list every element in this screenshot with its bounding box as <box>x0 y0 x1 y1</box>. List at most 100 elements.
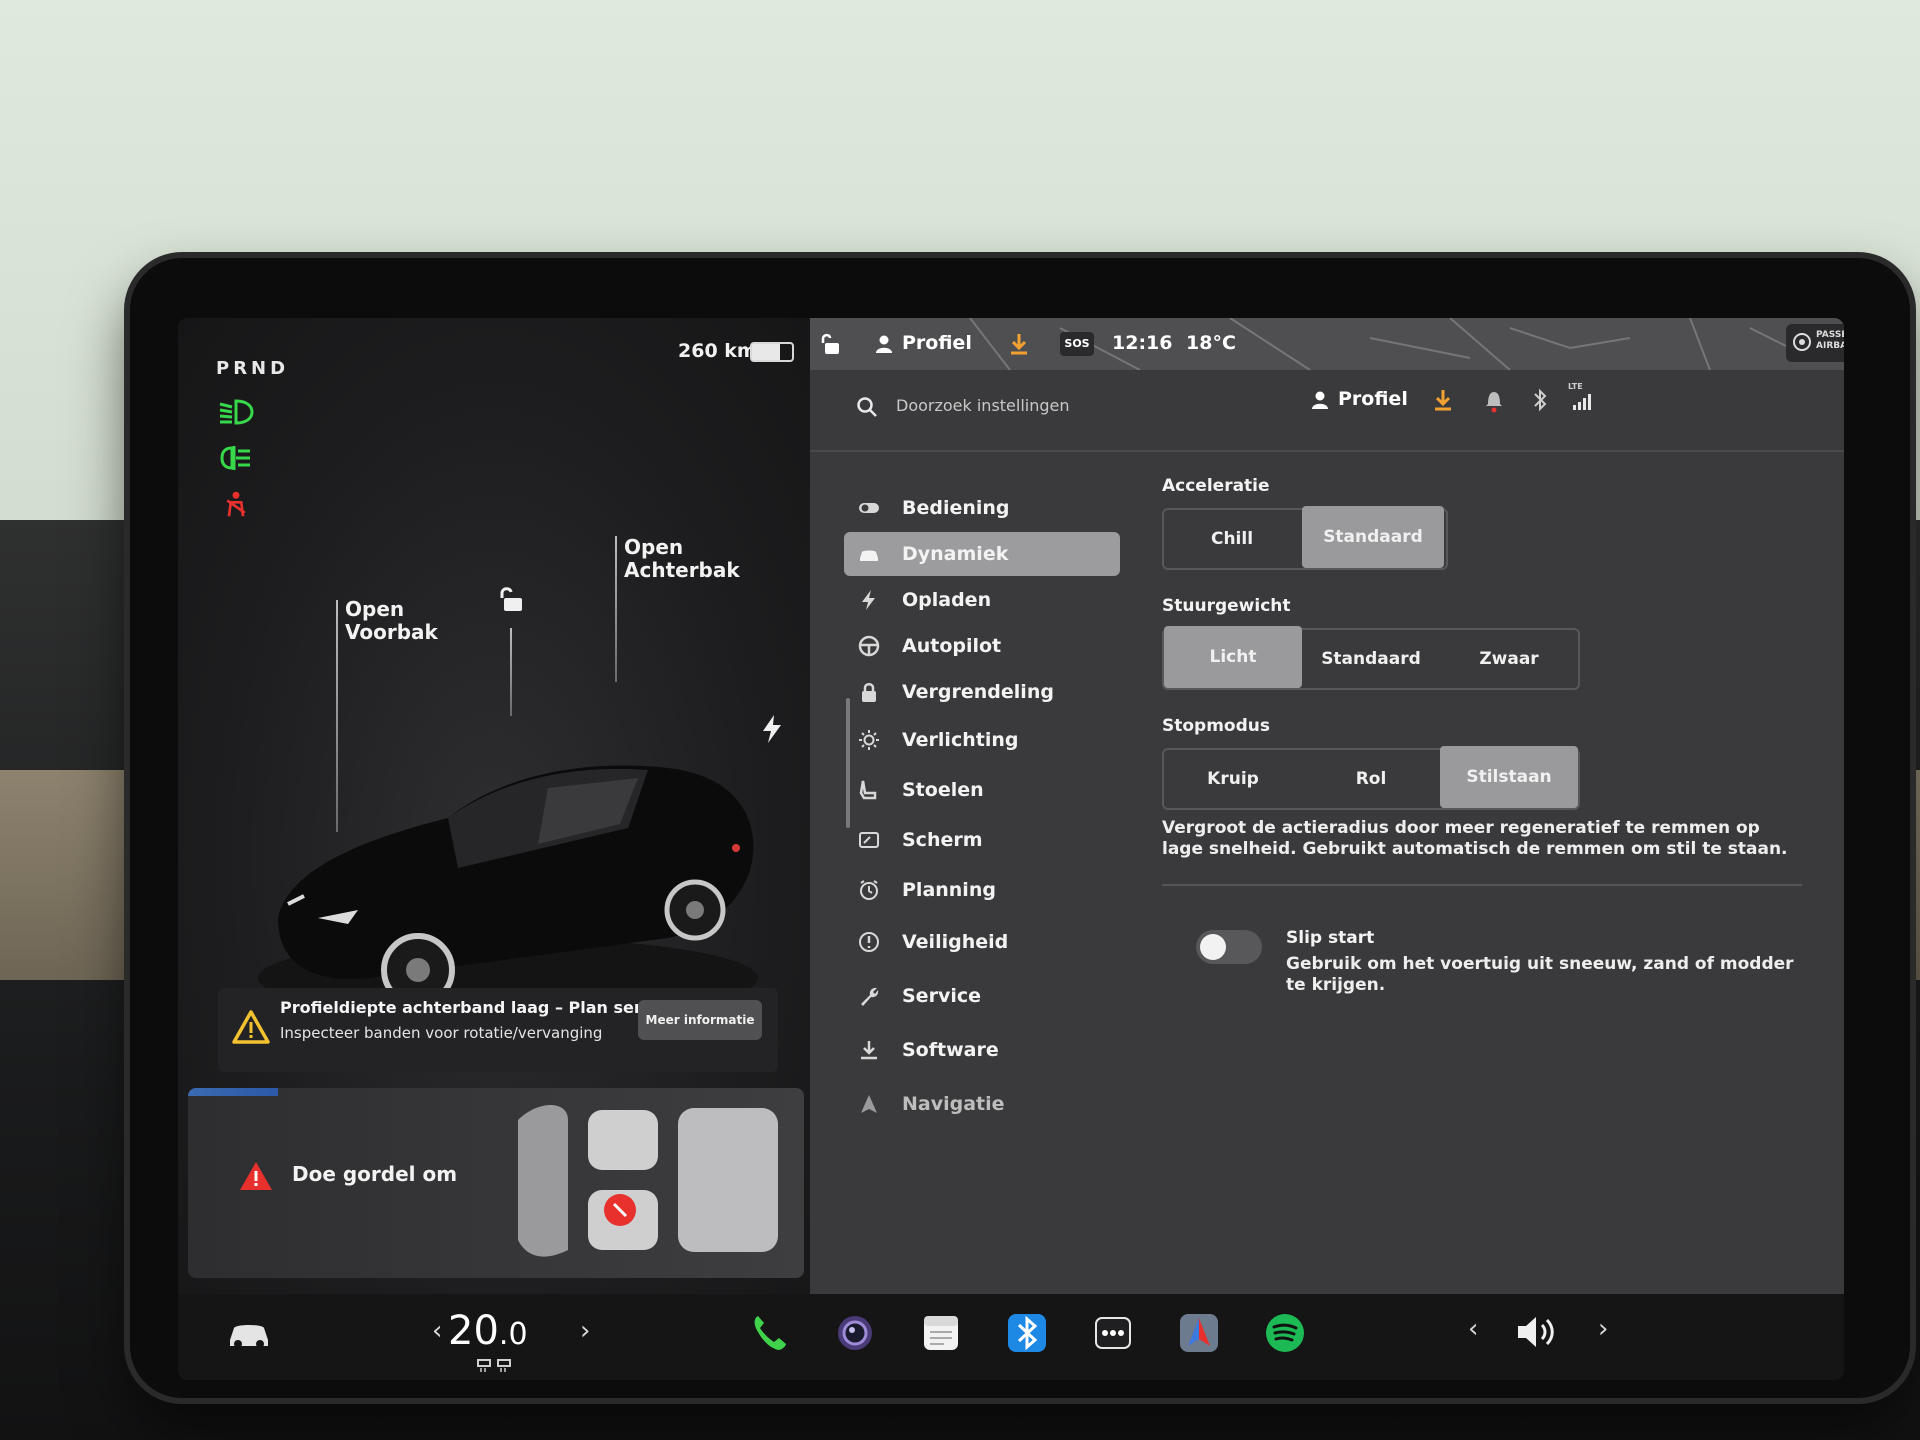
signal-strength-icon <box>1573 394 1591 410</box>
bluetooth-icon[interactable] <box>1532 388 1548 412</box>
airbag-icon <box>1793 333 1811 351</box>
acceleration-option-chill[interactable]: Chill <box>1164 510 1300 568</box>
range-readout: 260 km <box>678 340 757 362</box>
car-status-panel: PRND 260 km OpenVoorbak OpenAchterbak <box>178 318 810 1294</box>
alert-subtitle: Inspecteer banden voor rotatie/vervangin… <box>280 1024 603 1042</box>
phone-icon[interactable] <box>746 1310 792 1356</box>
wrench-icon <box>861 987 879 1006</box>
stop-mode-description: Vergroot de actieradius door meer regene… <box>1162 818 1788 859</box>
touchscreen: PRND 260 km OpenVoorbak OpenAchterbak <box>178 318 1844 1380</box>
acceleration-selector: Chill Standaard <box>1162 506 1448 570</box>
steering-weight-title: Stuurgewicht <box>1162 596 1291 616</box>
stop-option-kruip[interactable]: Kruip <box>1164 750 1302 808</box>
lightning-icon <box>862 590 875 610</box>
stop-mode-selector: Kruip Rol Stilstaan <box>1162 746 1580 810</box>
spotify-icon[interactable] <box>1262 1310 1308 1356</box>
settings-panel: Profiel SOS 12:16 18°C PASSENGER AIRBAG … <box>810 318 1844 1294</box>
seat-map-illustration <box>518 1105 778 1257</box>
red-warning-icon <box>240 1162 272 1190</box>
menu-item-scherm[interactable]: Scherm <box>844 818 1120 862</box>
seatbelt-message: Doe gordel om <box>292 1162 458 1186</box>
gear-indicator: PRND <box>216 358 290 379</box>
settings-search[interactable]: Doorzoek instellingen <box>846 386 1346 426</box>
toggle-icon <box>859 503 879 513</box>
navigation-icon <box>861 1095 877 1113</box>
unlock-icon[interactable] <box>498 584 528 614</box>
tire-alert-banner: Profieldiepte achterband laag – Plan ser… <box>218 988 778 1072</box>
steering-option-standaard[interactable]: Standaard <box>1302 630 1440 688</box>
unlock-status-icon[interactable] <box>820 332 842 356</box>
download-icon[interactable] <box>1432 388 1454 412</box>
menu-item-service[interactable]: Service <box>844 974 1120 1018</box>
low-beam-icon <box>219 399 254 425</box>
profile-icon <box>1312 391 1328 409</box>
open-front-trunk-label[interactable]: Open Voorbak <box>345 598 438 644</box>
volume-up-button[interactable]: › <box>1598 1314 1608 1344</box>
profile-button[interactable]: Profiel <box>902 332 972 354</box>
steering-option-licht[interactable]: Licht <box>1164 626 1302 688</box>
more-info-button[interactable]: Meer informatie <box>638 1000 762 1040</box>
steering-weight-selector: Licht Standaard Zwaar <box>1162 626 1580 690</box>
seat-heater-icon[interactable] <box>474 1356 514 1372</box>
menu-item-veiligheid[interactable]: Veiligheid <box>844 920 1120 964</box>
stop-mode-title: Stopmodus <box>1162 716 1271 736</box>
steering-wheel-icon <box>858 635 880 657</box>
seatbelt-warning-icon <box>226 491 246 517</box>
calendar-icon[interactable] <box>918 1310 964 1356</box>
menu-item-verlichting[interactable]: Verlichting <box>844 718 1120 762</box>
lock-icon <box>862 683 876 702</box>
menu-item-navigatie[interactable]: Navigatie <box>844 1082 1120 1126</box>
menu-item-vergrendeling[interactable]: Vergrendeling <box>844 670 1120 714</box>
seatbelt-card: Doe gordel om <box>188 1088 804 1278</box>
temp-increase-button[interactable]: › <box>580 1316 590 1346</box>
alarm-clock-icon <box>860 880 878 900</box>
menu-item-autopilot[interactable]: Autopilot <box>844 624 1120 668</box>
profile-icon <box>876 335 892 353</box>
menu-item-opladen[interactable]: Opladen <box>844 578 1120 622</box>
download-update-icon[interactable] <box>1008 332 1030 356</box>
bluetooth-app-icon[interactable] <box>1004 1310 1050 1356</box>
slip-start-toggle[interactable] <box>1196 930 1262 964</box>
stop-option-stilstaan[interactable]: Stilstaan <box>1440 746 1578 808</box>
menu-item-stoelen[interactable]: Stoelen <box>844 768 1120 812</box>
menu-item-bediening[interactable]: Bediening <box>844 486 1120 530</box>
volume-down-button[interactable]: ‹ <box>1468 1314 1478 1344</box>
menu-item-planning[interactable]: Planning <box>844 868 1120 912</box>
navigation-app-icon[interactable] <box>1176 1310 1222 1356</box>
display-icon <box>859 832 879 848</box>
map-top-bar: Profiel SOS 12:16 18°C PASSENGER AIRBAG … <box>810 318 1844 370</box>
search-input[interactable]: Doorzoek instellingen <box>896 396 1070 415</box>
cabin-temperature[interactable]: 20.0 <box>448 1308 528 1354</box>
card-accent <box>188 1088 278 1096</box>
menu-item-dynamiek[interactable]: Dynamiek <box>844 532 1120 576</box>
slip-start-description: Gebruik om het voertuig uit sneeuw, zand… <box>1286 954 1794 995</box>
rear-trunk-line <box>615 536 617 682</box>
seat-icon <box>859 780 877 800</box>
acceleration-option-standaard[interactable]: Standaard <box>1302 506 1444 568</box>
steering-option-zwaar[interactable]: Zwaar <box>1440 630 1578 688</box>
slip-start-title: Slip start <box>1286 928 1375 948</box>
passenger-airbag-indicator: PASSENGER AIRBAG ON <box>1786 324 1844 362</box>
open-rear-trunk-label[interactable]: Open Achterbak <box>624 536 740 582</box>
car-illustration[interactable] <box>248 678 768 1018</box>
menu-item-software[interactable]: Software <box>844 1028 1120 1072</box>
car-controls-icon[interactable] <box>226 1316 272 1350</box>
camera-icon[interactable] <box>832 1310 878 1356</box>
fog-light-icon <box>220 446 250 470</box>
acceleration-title: Acceleratie <box>1162 476 1270 496</box>
stop-option-rol[interactable]: Rol <box>1302 750 1440 808</box>
download-icon <box>861 1041 877 1060</box>
more-apps-icon[interactable] <box>1090 1310 1136 1356</box>
volume-speaker-icon[interactable] <box>1514 1312 1560 1352</box>
car-icon <box>860 550 878 561</box>
sun-icon <box>859 730 879 750</box>
lte-label: LTE <box>1568 382 1583 391</box>
section-divider <box>1162 884 1802 886</box>
battery-icon <box>750 342 794 362</box>
notification-bell-icon[interactable] <box>1484 388 1504 414</box>
left-panel-scrollbar[interactable] <box>846 698 850 828</box>
header-profile-button[interactable]: Profiel <box>1338 388 1408 410</box>
temp-decrease-button[interactable]: ‹ <box>432 1316 442 1346</box>
warning-triangle-icon <box>232 1010 270 1044</box>
sos-button[interactable]: SOS <box>1060 332 1094 356</box>
